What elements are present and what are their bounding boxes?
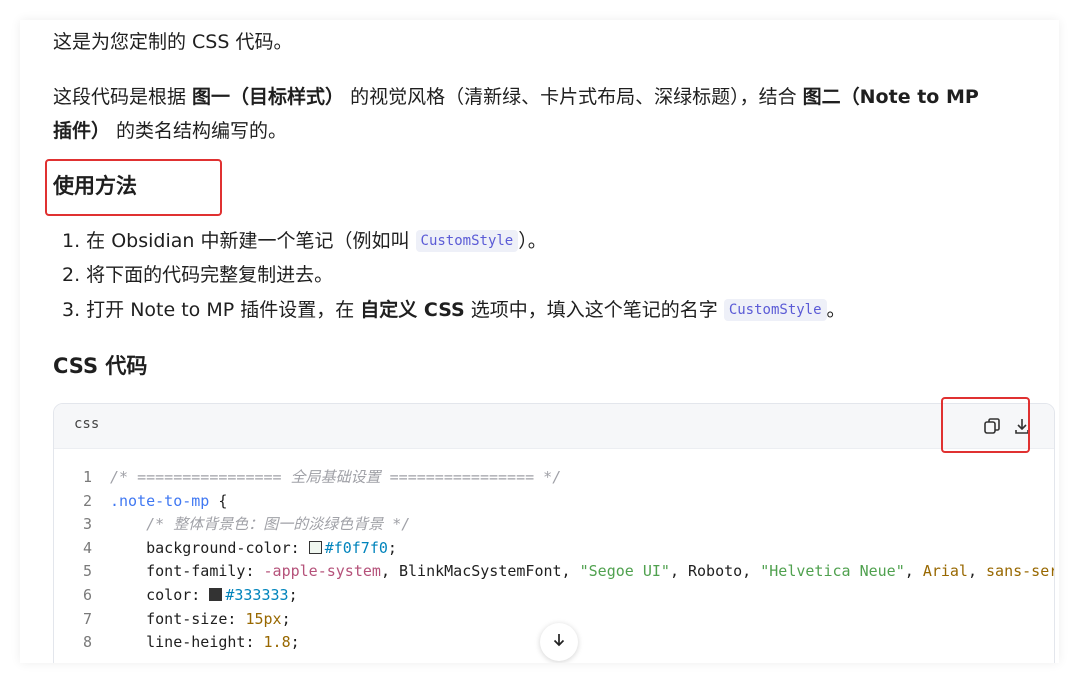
usage-step-2: 2. 将下面的代码完整复制进去。 [62,264,334,286]
css-string: "Segoe UI" [579,562,670,581]
description-line-2: 插件） 的类名结构编写的。 [53,115,287,147]
code-semicolon: ; [387,538,397,557]
color-swatch [209,588,223,601]
step3-suffix: 。 [826,299,846,321]
line-number: 2 [82,491,92,510]
css-property: color: [110,586,210,604]
code-block-header: css [54,404,1054,449]
step3-text: 3. 打开 Note to MP 插件设置，在 [62,299,361,321]
usage-step-3: 3. 打开 Note to MP 插件设置，在 自定义 CSS 选项中，填入这个… [62,294,846,326]
code-line-6: color: #333333; [110,584,298,608]
code-semicolon: ; [290,633,300,652]
code-brace: { [209,491,228,510]
css-string: "Helvetica Neue" [760,562,905,581]
inline-code-customstyle-2: CustomStyle [723,299,827,321]
step1-suffix: ）。 [518,230,547,252]
css-value: -apple-system [263,562,381,581]
code-language-label: css [74,416,100,432]
css-value: , BlinkMacSystemFont, [380,562,580,581]
description-line-1: 这段代码是根据 图一（目标样式） 的视觉风格（清新绿、卡片式布局、深绿标题），结… [53,81,979,113]
line-number: 4 [82,538,92,557]
step3-mid: 选项中，填入这个笔记的名字 [464,299,724,321]
line-number: 7 [82,609,92,628]
css-value: 1.8 [263,633,291,652]
code-comma: , [904,562,923,581]
desc-bold1: 图一（目标样式） [192,86,345,108]
line-number: 5 [82,562,92,581]
css-code-heading: CSS 代码 [53,354,148,378]
css-property: font-family: [110,562,264,581]
code-line-3: /* 整体背景色：图一的淡绿色背景 */ [110,515,411,534]
code-comma: , [967,562,987,581]
code-line-7: font-size: 15px; [110,608,291,632]
desc-part3: 的类名结构编写的。 [110,120,288,142]
desc-bold3: 插件） [53,120,111,142]
css-value: #333333 [225,586,289,604]
code-semicolon: ; [288,586,298,604]
css-value: sans-serif [986,562,1054,581]
line-number: 3 [82,515,92,534]
line-number: 6 [82,586,92,604]
intro-text: 这是为您定制的 CSS 代码。 [53,31,293,53]
desc-part1: 这段代码是根据 [53,86,193,108]
inline-code-customstyle: CustomStyle [415,230,519,252]
color-swatch [308,540,322,554]
css-value: Arial [922,562,968,581]
code-line-5: font-family: -apple-system, BlinkMacSyst… [110,560,1054,584]
code-line-2: .note-to-mp { [110,490,227,514]
code-line-8: line-height: 1.8; [110,631,300,655]
css-property: line-height: [110,633,264,652]
code-line-4: background-color: #f0f7f0; [110,537,397,561]
scroll-down-button[interactable] [540,623,578,661]
code-line-1: /* ================ 全局基础设置 =============… [110,468,562,486]
usage-step-1: 1. 在 Obsidian 中新建一个笔记（例如叫 CustomStyle）。 [62,225,547,257]
css-value: #f0f7f0 [324,538,388,557]
highlight-box-usage [45,159,222,216]
css-property: font-size: [110,609,246,628]
highlight-box-code-actions [941,397,1030,453]
css-selector: .note-to-mp [110,491,210,510]
desc-bold2: 图二（Note to MP [802,86,979,108]
css-property: background-color: [110,538,309,557]
step1-text: 1. 在 Obsidian 中新建一个笔记（例如叫 [62,230,416,252]
line-number: 1 [82,468,92,486]
css-value: 15px [245,609,282,628]
desc-part2: 的视觉风格（清新绿、卡片式布局、深绿标题），结合 [344,86,803,108]
css-value: , Roboto, [669,562,761,581]
step3-bold: 自定义 CSS [360,299,465,321]
chat-response-card: 这是为您定制的 CSS 代码。 这段代码是根据 图一（目标样式） 的视觉风格（清… [20,20,1059,663]
arrow-down-icon [551,632,567,652]
line-number: 8 [82,633,92,652]
code-semicolon: ; [281,609,291,628]
